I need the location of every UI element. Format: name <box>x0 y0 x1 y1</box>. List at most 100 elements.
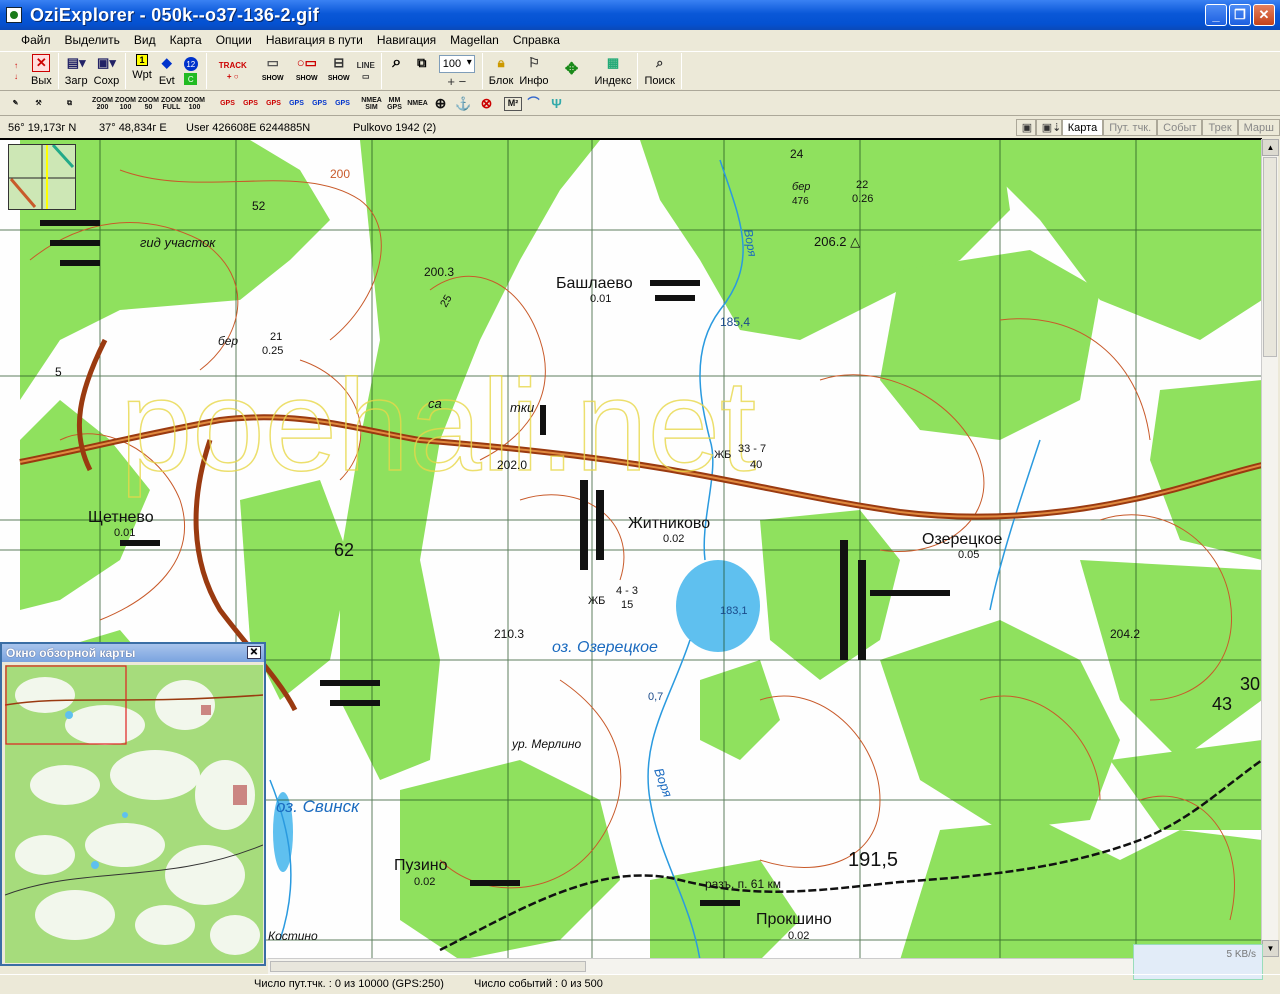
label-bridge-2-spec-2: 15 <box>621 599 633 611</box>
horizontal-scrollbar[interactable] <box>268 958 1262 974</box>
route-show-button[interactable]: ○▭ SHOW <box>290 52 324 90</box>
event-diamond-icon: ◆ <box>161 55 172 70</box>
crosshair-icon[interactable]: ⊕ <box>429 94 452 114</box>
label-bashlaevo-pop: 0.01 <box>590 293 611 305</box>
menu-file[interactable]: Файл <box>14 33 58 47</box>
secondary-toolbar: ✎ ⚒ ⧉ ZOOM 200 ZOOM 100 ZOOM 50 ZOOM FUL… <box>0 92 1280 116</box>
tab-map[interactable]: Карта <box>1061 119 1104 136</box>
zoom-full-button[interactable]: ZOOM FULL <box>160 94 183 114</box>
tab-route[interactable]: Марш <box>1237 119 1280 136</box>
zoom-100b-button[interactable]: ZOOM 100 <box>183 94 206 114</box>
menu-select[interactable]: Выделить <box>58 33 127 47</box>
label-forest-type: бер <box>218 334 238 348</box>
info-button[interactable]: ⚐ Инфо <box>516 52 551 90</box>
overview-close-button[interactable]: ✕ <box>247 646 261 659</box>
waypoint-button[interactable]: 1 Wpt <box>129 52 155 90</box>
event-button[interactable]: ◆ Evt <box>155 52 179 90</box>
gps-waypoints-button[interactable]: GPS <box>239 94 262 114</box>
track-show-button[interactable]: ▭ SHOW <box>256 52 290 90</box>
route-buttons[interactable]: 12 C <box>179 52 203 90</box>
zoom-50-button[interactable]: ZOOM 50 <box>137 94 160 114</box>
vertical-scrollbar[interactable]: ▲ ▼ <box>1261 139 1279 957</box>
window-icon[interactable]: ⧉ <box>58 94 81 114</box>
label-grid-52: 52 <box>252 199 266 213</box>
save-tab-icon[interactable]: ▣⇣ <box>1035 119 1062 136</box>
label-rail-stop: разъ. п. 61 км <box>705 877 781 891</box>
label-forest-code-2: 476 <box>792 196 809 207</box>
close-button[interactable]: ✕ <box>1253 4 1275 26</box>
menu-magellan[interactable]: Magellan <box>443 33 506 47</box>
load-button[interactable]: ▤▾ Загр <box>62 52 91 90</box>
overview-map[interactable] <box>5 665 263 963</box>
magnifier-icon: ⌕ <box>392 54 402 71</box>
load-icon: ▤▾ <box>66 55 86 70</box>
vertical-scroll-thumb[interactable] <box>1263 157 1277 357</box>
exit-button[interactable]: ✕ Вых <box>28 52 55 90</box>
scroll-down-icon[interactable]: ▼ <box>1262 940 1279 957</box>
label-sa: са <box>428 396 442 411</box>
magnify-button[interactable]: ⌕ <box>385 52 409 90</box>
scroll-up-icon[interactable]: ▲ <box>1262 139 1279 156</box>
area-button[interactable]: M² <box>504 96 522 111</box>
grid-show-button[interactable]: ⊟ SHOW <box>324 52 354 90</box>
tab-track[interactable]: Трек <box>1202 119 1238 136</box>
pan-arrows-button[interactable]: ✥ <box>552 52 592 90</box>
menu-view[interactable]: Вид <box>127 33 163 47</box>
menu-navigation[interactable]: Навигация <box>370 33 443 47</box>
index-button[interactable]: ▦ Индекс <box>592 52 635 90</box>
pan-arrows-icon: ✥ <box>564 61 579 78</box>
menu-bar: Файл Выделить Вид Карта Опции Навигация … <box>0 30 1280 50</box>
search-button[interactable]: ⌕ Поиск <box>641 52 677 90</box>
profile-chart-icon[interactable]: ⌒ <box>522 94 545 114</box>
label-forest-height: 21 <box>270 331 282 343</box>
zoom-100-button[interactable]: ZOOM 100 <box>114 94 137 114</box>
app-icon <box>6 7 22 23</box>
label-grid-30: 30 <box>1240 674 1260 694</box>
minimize-button[interactable]: _ <box>1205 4 1227 26</box>
save-icon: ▣▾ <box>97 55 116 70</box>
zoom-plus-minus-icon[interactable]: + − <box>447 74 466 89</box>
zoom-control[interactable]: 100 + − <box>435 52 479 89</box>
label-height-200-3: 200.3 <box>424 265 454 279</box>
mm-gps-button[interactable]: MM GPS <box>383 94 406 114</box>
menu-moving-map[interactable]: Навигация в пути <box>259 33 370 47</box>
zoom-200-button[interactable]: ZOOM 200 <box>91 94 114 114</box>
stop-icon[interactable]: ⊗ <box>475 94 498 114</box>
track-controls[interactable]: TRACK + ○ <box>210 52 256 90</box>
print-icon[interactable]: ▣ <box>1015 119 1036 136</box>
line-buttons[interactable]: LINE ▭ <box>354 52 378 90</box>
menu-help[interactable]: Справка <box>506 33 567 47</box>
label-lake: оз. Озерецкое <box>552 639 658 656</box>
maximize-button[interactable]: ❐ <box>1229 4 1251 26</box>
tools-icon[interactable]: ⚒ <box>27 94 50 114</box>
nmea-button[interactable]: NMEA <box>406 94 429 114</box>
label-tki: тки <box>510 400 534 415</box>
gps-track-button[interactable]: GPS <box>262 94 285 114</box>
label-gid-uchastok: гид участок <box>140 235 216 250</box>
gps-connect-button[interactable]: GPS <box>216 94 239 114</box>
window-toggle-button[interactable]: ⧉ <box>409 52 435 90</box>
locator-minimap[interactable] <box>8 143 76 210</box>
gps-download-button[interactable]: GPS <box>285 94 308 114</box>
tab-waypoints[interactable]: Пут. тчк. <box>1103 119 1158 136</box>
zoom-select[interactable]: 100 <box>438 55 475 73</box>
tab-events[interactable]: Событ <box>1157 119 1203 136</box>
label-height-191-5: 191,5 <box>848 849 898 871</box>
locator-graphic <box>9 143 75 209</box>
horizontal-scroll-thumb[interactable] <box>270 961 586 972</box>
latitude-readout: 56° 19,173г N <box>8 121 77 134</box>
vertical-arrows-icon[interactable]: ↑ ↓ <box>4 52 28 90</box>
event-count: Число событий : 0 из 500 <box>474 978 603 990</box>
menu-map[interactable]: Карта <box>163 33 209 47</box>
anchor-icon[interactable]: ⚓ <box>452 94 475 114</box>
green-c-icon: C <box>184 73 198 85</box>
measure-icon[interactable]: ✎ <box>4 94 27 114</box>
menu-options[interactable]: Опции <box>209 33 259 47</box>
nmea-sim-button[interactable]: NMEA SIM <box>360 94 383 114</box>
lock-button[interactable]: 🔒︎ Блок <box>486 52 517 90</box>
gps-route-button[interactable]: GPS <box>331 94 354 114</box>
save-button[interactable]: ▣▾ Сохр <box>91 52 123 90</box>
overview-map-graphic <box>5 665 263 963</box>
antenna-icon[interactable]: Ψ <box>545 94 568 114</box>
gps-upload-button[interactable]: GPS <box>308 94 331 114</box>
